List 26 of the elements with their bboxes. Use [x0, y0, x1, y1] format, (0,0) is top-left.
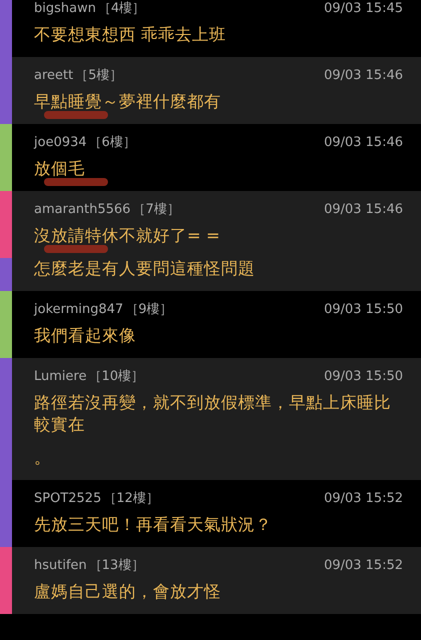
- author-name: amaranth5566［7樓］: [34, 201, 180, 219]
- author-name: SPOT2525［12樓］: [34, 490, 159, 508]
- author-name: jokerming847［9樓］: [34, 301, 173, 319]
- comment-text: 早點睡覺～夢裡什麼都有: [34, 92, 221, 111]
- comment-text: 怎麼老是有人要問這種怪問題: [34, 259, 255, 278]
- comment-text: 不要想東想西 乖乖去上班: [34, 25, 226, 44]
- comment-text: 放個毛: [34, 159, 85, 178]
- post-time: 09/03 15:46: [324, 201, 403, 219]
- post-time: 09/03 15:46: [324, 67, 403, 85]
- post-time: 09/03 15:52: [324, 490, 403, 508]
- author-name: joe0934［6樓］: [34, 134, 136, 152]
- comment-text: 沒放請特休不就好了= =: [34, 226, 220, 245]
- author-name: areett［5樓］: [34, 67, 122, 85]
- post-time: 09/03 15:50: [324, 368, 403, 386]
- comment-text: 。: [34, 448, 51, 467]
- post-time: 09/03 15:45: [324, 0, 403, 18]
- comment-text: 我們看起來像: [34, 326, 136, 345]
- author-name: hsutifen［13樓］: [34, 557, 144, 575]
- author-name: bigshawn［4樓］: [34, 0, 146, 18]
- comment-text: 路徑若沒再變，就不到放假標準，早點上床睡比較實在: [34, 393, 391, 434]
- comment-text: 盧媽自己選的，會放才怪: [34, 582, 221, 601]
- author-name: Lumiere［10樓］: [34, 368, 144, 386]
- post-time: 09/03 15:52: [324, 557, 403, 575]
- post-time: 09/03 15:46: [324, 134, 403, 152]
- post-time: 09/03 15:50: [324, 301, 403, 319]
- comment-text: 先放三天吧！再看看天氣狀況？: [34, 515, 272, 534]
